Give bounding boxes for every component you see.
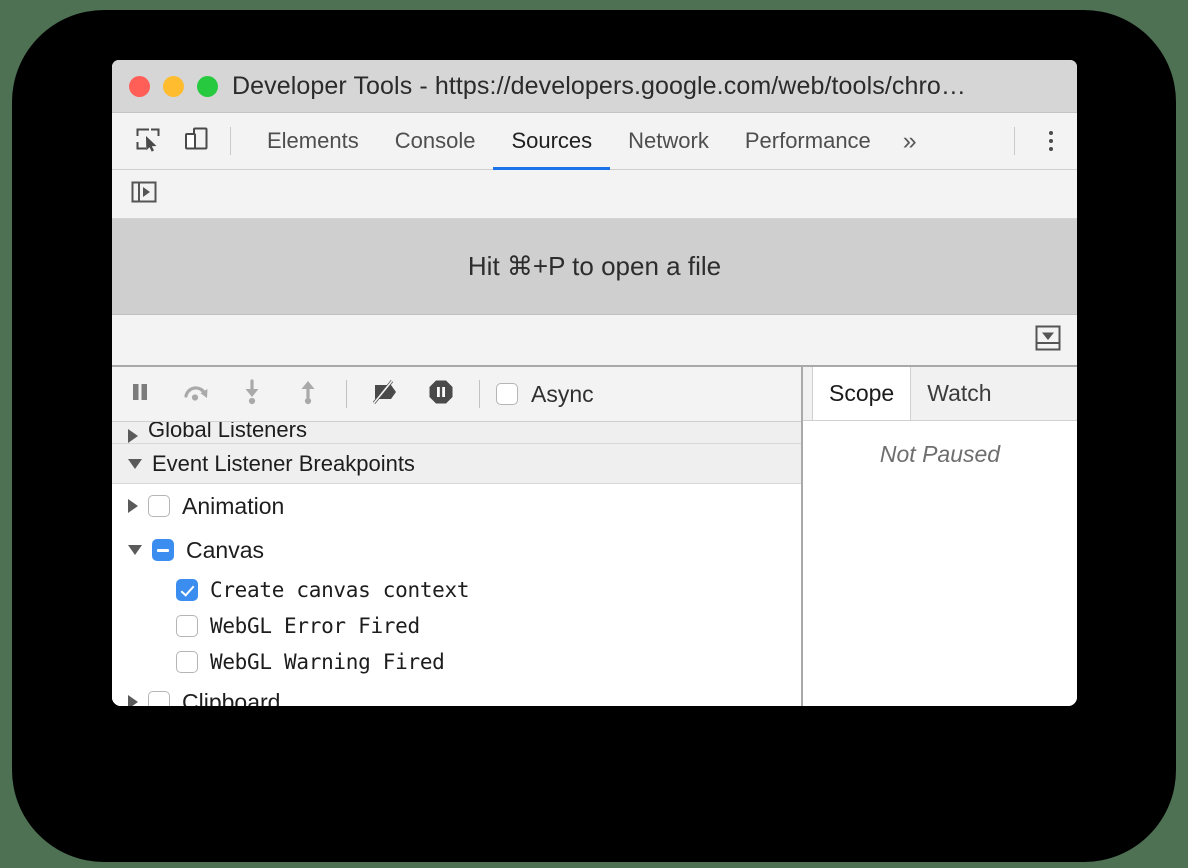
step-into-next-function-call-button[interactable] <box>224 367 280 421</box>
chevron-double-right-icon: » <box>903 127 917 156</box>
tab-watch-label: Watch <box>927 380 991 407</box>
create-canvas-context-label: Create canvas context <box>210 578 469 602</box>
tab-scope-label: Scope <box>829 380 894 407</box>
pause-icon <box>128 380 152 409</box>
chevron-down-icon[interactable] <box>128 545 142 555</box>
tab-scope[interactable]: Scope <box>812 367 911 420</box>
breakpoint-category-animation[interactable]: Animation <box>112 484 801 528</box>
clipboard-label: Clipboard <box>182 689 280 707</box>
breakpoint-category-clipboard[interactable]: Clipboard <box>112 680 801 706</box>
step-into-icon <box>241 379 263 410</box>
pause-on-exceptions-button[interactable] <box>413 367 469 421</box>
inspect-element-icon <box>135 126 161 157</box>
webgl-warning-fired-label: WebGL Warning Fired <box>210 650 445 674</box>
device-toolbar-button[interactable] <box>172 113 220 169</box>
step-out-of-current-function-button[interactable] <box>280 367 336 421</box>
chevron-down-icon <box>128 459 142 469</box>
tab-console-label: Console <box>395 128 476 154</box>
pause-on-exceptions-icon <box>427 378 455 411</box>
chevron-right-icon[interactable] <box>128 499 138 513</box>
tab-performance-label: Performance <box>745 128 871 154</box>
tab-watch[interactable]: Watch <box>911 367 1007 420</box>
async-label: Async <box>531 381 594 408</box>
debugger-divider <box>346 380 347 408</box>
breakpoint-category-canvas[interactable]: Canvas <box>112 528 801 572</box>
zoom-window-button[interactable] <box>197 76 218 97</box>
open-file-hint: Hit ⌘+P to open a file <box>468 251 721 282</box>
async-stacks-toggle[interactable]: Async <box>496 381 594 408</box>
breakpoint-create-canvas-context[interactable]: Create canvas context <box>112 572 801 608</box>
webgl-error-fired-label: WebGL Error Fired <box>210 614 420 638</box>
show-navigator-icon <box>130 178 158 211</box>
toolbar-divider <box>230 127 231 155</box>
clipboard-checkbox[interactable] <box>148 691 170 706</box>
show-navigator-button[interactable] <box>130 178 158 211</box>
inspect-element-button[interactable] <box>124 113 172 169</box>
global-listeners-label: Global Listeners <box>148 422 307 443</box>
deactivate-breakpoints-button[interactable] <box>357 367 413 421</box>
debugger-toolbar: Async <box>112 367 801 422</box>
tab-network[interactable]: Network <box>610 113 727 169</box>
show-drawer-icon <box>1033 323 1063 358</box>
tabbar-divider <box>1014 127 1015 155</box>
async-divider <box>479 380 480 408</box>
window-controls <box>129 76 218 97</box>
webgl-error-fired-checkbox[interactable] <box>176 615 198 637</box>
tab-console[interactable]: Console <box>377 113 494 169</box>
more-tabs-button[interactable]: » <box>889 113 931 169</box>
editor-bottom-strip <box>112 315 1077 366</box>
async-checkbox[interactable] <box>496 383 518 405</box>
animation-label: Animation <box>182 493 284 520</box>
canvas-checkbox[interactable] <box>152 539 174 561</box>
step-over-icon <box>182 380 210 409</box>
devtools-window: Developer Tools - https://developers.goo… <box>112 60 1077 706</box>
chevron-right-icon <box>128 429 138 443</box>
minimize-window-button[interactable] <box>163 76 184 97</box>
tabbar-right-group <box>1004 113 1077 169</box>
breakpoint-webgl-warning-fired[interactable]: WebGL Warning Fired <box>112 644 801 680</box>
devtools-tabbar: Elements Console Sources Network Perform… <box>112 113 1077 170</box>
sources-subtoolbar <box>112 170 1077 219</box>
not-paused-status: Not Paused <box>880 441 1000 467</box>
panel-tabs: Elements Console Sources Network Perform… <box>249 113 931 169</box>
chevron-right-icon[interactable] <box>128 695 138 706</box>
event-listener-breakpoints-label: Event Listener Breakpoints <box>152 451 415 477</box>
debugger-split: Async Global Listeners Event Listener Br… <box>112 366 1077 706</box>
resume-script-execution-button[interactable] <box>112 367 168 421</box>
breakpoints-tree: Global Listeners Event Listener Breakpoi… <box>112 422 801 706</box>
breakpoint-webgl-error-fired[interactable]: WebGL Error Fired <box>112 608 801 644</box>
debugger-pane: Async Global Listeners Event Listener Br… <box>112 367 803 706</box>
editor-placeholder: Hit ⌘+P to open a file <box>112 219 1077 315</box>
device-toolbar-icon <box>183 126 209 157</box>
close-window-button[interactable] <box>129 76 150 97</box>
tab-elements-label: Elements <box>267 128 359 154</box>
deactivate-breakpoints-icon <box>370 378 400 411</box>
window-titlebar: Developer Tools - https://developers.goo… <box>112 60 1077 113</box>
create-canvas-context-checkbox[interactable] <box>176 579 198 601</box>
event-listener-breakpoints-section-header[interactable]: Event Listener Breakpoints <box>112 444 801 484</box>
global-listeners-section-header[interactable]: Global Listeners <box>112 422 801 444</box>
canvas-label: Canvas <box>186 537 264 564</box>
step-out-icon <box>297 379 319 410</box>
scope-watch-pane: Scope Watch Not Paused <box>803 367 1077 706</box>
kebab-menu-icon <box>1049 131 1053 135</box>
webgl-warning-fired-checkbox[interactable] <box>176 651 198 673</box>
tab-network-label: Network <box>628 128 709 154</box>
window-title: Developer Tools - https://developers.goo… <box>112 72 1077 101</box>
show-drawer-button[interactable] <box>1033 323 1063 358</box>
scope-content: Not Paused <box>803 421 1077 706</box>
animation-checkbox[interactable] <box>148 495 170 517</box>
tab-performance[interactable]: Performance <box>727 113 889 169</box>
tab-sources-label: Sources <box>511 128 592 154</box>
devtools-main-menu-button[interactable] <box>1025 131 1077 151</box>
tab-elements[interactable]: Elements <box>249 113 377 169</box>
scope-watch-tabbar: Scope Watch <box>803 367 1077 421</box>
tab-sources[interactable]: Sources <box>493 113 610 169</box>
step-over-next-function-call-button[interactable] <box>168 367 224 421</box>
